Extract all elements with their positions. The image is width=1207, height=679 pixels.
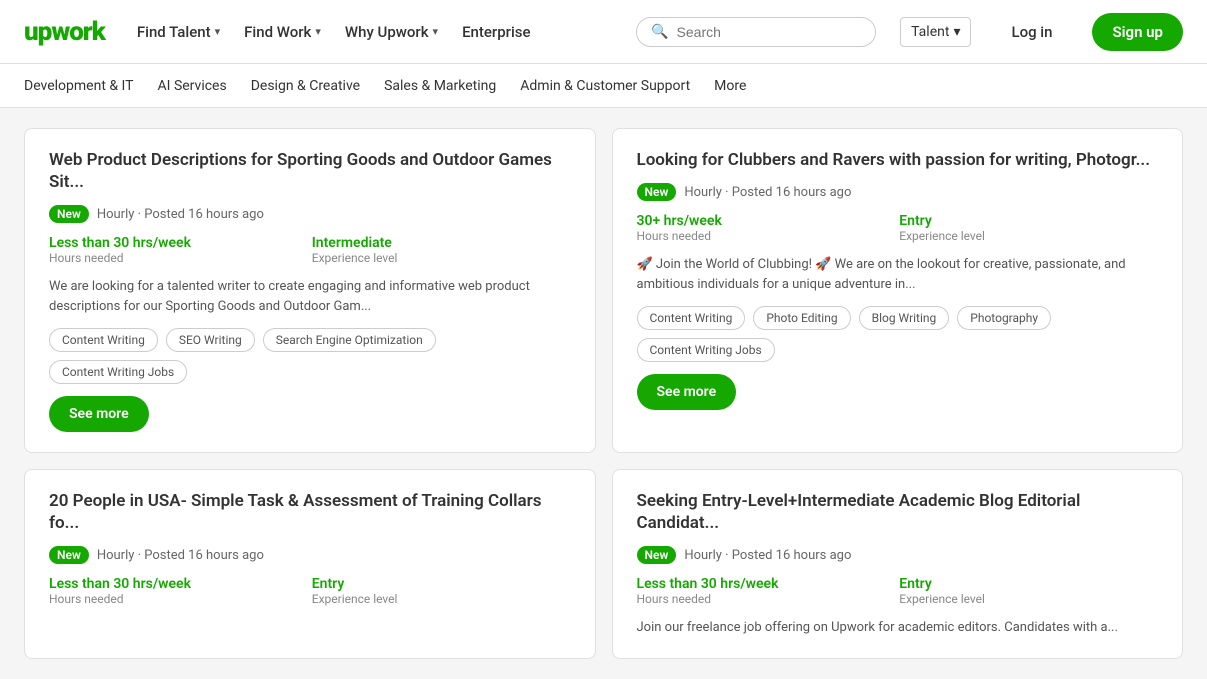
job-card-4: Seeking Entry-Level+Intermediate Academi… — [612, 469, 1184, 659]
tag-photo-editing[interactable]: Photo Editing — [753, 306, 850, 330]
search-input[interactable] — [677, 24, 862, 40]
stat-exp-value-4: Entry — [899, 576, 1158, 592]
job-meta-text-1: Hourly · Posted 16 hours ago — [97, 207, 264, 222]
tag-blog-writing[interactable]: Blog Writing — [859, 306, 950, 330]
job-title-2: Looking for Clubbers and Ravers with pas… — [637, 149, 1159, 171]
job-title-4: Seeking Entry-Level+Intermediate Academi… — [637, 490, 1159, 534]
tag-content-jobs-2[interactable]: Content Writing Jobs — [637, 338, 775, 362]
stat-exp-label-4: Experience level — [899, 592, 1158, 606]
job-desc-2: 🚀 Join the World of Clubbing! 🚀 We are o… — [637, 255, 1159, 294]
upwork-logo[interactable]: upwork — [24, 17, 105, 47]
job-desc-4: Join our freelance job offering on Upwor… — [637, 618, 1159, 638]
see-more-button-1[interactable]: See more — [49, 396, 149, 432]
stat-exp-value-3: Entry — [312, 576, 571, 592]
job-stats-4: Less than 30 hrs/week Hours needed Entry… — [637, 576, 1159, 606]
stat-exp-label-1: Experience level — [312, 251, 571, 265]
stat-hours-value-1: Less than 30 hrs/week — [49, 235, 308, 251]
why-upwork-nav[interactable]: Why Upwork ▾ — [345, 23, 438, 41]
job-card-1: Web Product Descriptions for Sporting Go… — [24, 128, 596, 453]
tag-seo-writing[interactable]: SEO Writing — [166, 328, 255, 352]
job-desc-1: We are looking for a talented writer to … — [49, 277, 571, 316]
subnav-more[interactable]: More — [714, 66, 746, 106]
search-icon: 🔍 — [651, 24, 668, 40]
job-title-3: 20 People in USA- Simple Task & Assessme… — [49, 490, 571, 534]
stat-exp-value-2: Entry — [899, 213, 1158, 229]
find-talent-chevron-icon: ▾ — [215, 25, 221, 38]
stat-hours-label-3: Hours needed — [49, 592, 308, 606]
stat-hours-label-1: Hours needed — [49, 251, 308, 265]
enterprise-nav[interactable]: Enterprise — [462, 23, 530, 41]
job-meta-text-2: Hourly · Posted 16 hours ago — [684, 185, 851, 200]
stat-exp-value-1: Intermediate — [312, 235, 571, 251]
job-meta-text-3: Hourly · Posted 16 hours ago — [97, 548, 264, 563]
job-title-1: Web Product Descriptions for Sporting Go… — [49, 149, 571, 193]
stat-hours-value-2: 30+ hrs/week — [637, 213, 896, 229]
tag-content-writing-1[interactable]: Content Writing — [49, 328, 158, 352]
tag-content-jobs-1[interactable]: Content Writing Jobs — [49, 360, 187, 384]
subnav-development[interactable]: Development & IT — [24, 66, 134, 106]
badge-new-3: New — [49, 546, 89, 564]
job-card-2: Looking for Clubbers and Ravers with pas… — [612, 128, 1184, 453]
stat-exp-label-3: Experience level — [312, 592, 571, 606]
job-card-3: 20 People in USA- Simple Task & Assessme… — [24, 469, 596, 659]
job-tags-2: Content Writing Photo Editing Blog Writi… — [637, 306, 1159, 362]
tag-seo[interactable]: Search Engine Optimization — [263, 328, 436, 352]
subnav-sales[interactable]: Sales & Marketing — [384, 66, 496, 106]
job-meta-2: New Hourly · Posted 16 hours ago — [637, 183, 1159, 201]
subnav-ai[interactable]: AI Services — [158, 66, 227, 106]
tag-content-writing-2[interactable]: Content Writing — [637, 306, 746, 330]
stat-hours-value-3: Less than 30 hrs/week — [49, 576, 308, 592]
stat-hours-label-4: Hours needed — [637, 592, 896, 606]
find-work-nav[interactable]: Find Work ▾ — [244, 23, 321, 41]
badge-new-2: New — [637, 183, 677, 201]
find-work-chevron-icon: ▾ — [315, 25, 321, 38]
subnav-admin[interactable]: Admin & Customer Support — [520, 66, 690, 106]
see-more-button-2[interactable]: See more — [637, 374, 737, 410]
job-meta-4: New Hourly · Posted 16 hours ago — [637, 546, 1159, 564]
job-meta-text-4: Hourly · Posted 16 hours ago — [684, 548, 851, 563]
find-talent-nav[interactable]: Find Talent ▾ — [137, 23, 220, 41]
job-meta-3: New Hourly · Posted 16 hours ago — [49, 546, 571, 564]
subnav-design[interactable]: Design & Creative — [251, 66, 360, 106]
job-meta-1: New Hourly · Posted 16 hours ago — [49, 205, 571, 223]
jobs-grid: Web Product Descriptions for Sporting Go… — [0, 108, 1207, 679]
job-stats-3: Less than 30 hrs/week Hours needed Entry… — [49, 576, 571, 606]
badge-new-4: New — [637, 546, 677, 564]
signup-button[interactable]: Sign up — [1092, 13, 1183, 51]
job-stats-1: Less than 30 hrs/week Hours needed Inter… — [49, 235, 571, 265]
tag-photography[interactable]: Photography — [957, 306, 1051, 330]
sub-navigation: Development & IT AI Services Design & Cr… — [0, 64, 1207, 108]
stat-exp-label-2: Experience level — [899, 229, 1158, 243]
talent-chevron-icon: ▾ — [953, 24, 960, 40]
job-stats-2: 30+ hrs/week Hours needed Entry Experien… — [637, 213, 1159, 243]
badge-new-1: New — [49, 205, 89, 223]
why-upwork-chevron-icon: ▾ — [433, 25, 439, 38]
stat-hours-value-4: Less than 30 hrs/week — [637, 576, 896, 592]
talent-dropdown[interactable]: Talent ▾ — [900, 17, 971, 47]
search-bar[interactable]: 🔍 — [636, 17, 876, 47]
login-button[interactable]: Log in — [995, 15, 1068, 49]
stat-hours-label-2: Hours needed — [637, 229, 896, 243]
job-tags-1: Content Writing SEO Writing Search Engin… — [49, 328, 571, 384]
